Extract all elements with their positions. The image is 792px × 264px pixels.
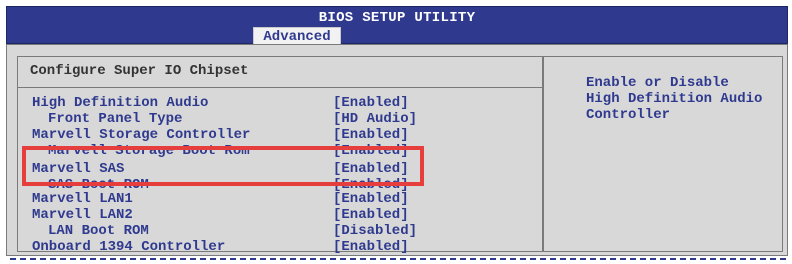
setting-row-high-definition-audio[interactable]: High Definition Audio [Enabled] [18, 95, 542, 111]
setting-value[interactable]: [Enabled] [333, 239, 409, 255]
bottom-dashed-border [10, 258, 786, 260]
setting-row-marvell-storage-controller[interactable]: Marvell Storage Controller [Enabled] [18, 127, 542, 143]
setting-label: Marvell LAN1 [32, 191, 133, 207]
setting-value[interactable]: [Enabled] [333, 191, 409, 207]
setting-label: LAN Boot ROM [48, 223, 149, 239]
highlight-box [22, 146, 424, 186]
help-text-line: Enable or Disable [586, 75, 729, 91]
setting-value[interactable]: [HD Audio] [333, 111, 417, 127]
tab-advanced[interactable]: Advanced [253, 27, 341, 45]
setting-label: Marvell Storage Controller [32, 127, 251, 143]
section-divider [18, 87, 542, 88]
setting-row-front-panel-type[interactable]: Front Panel Type [HD Audio] [18, 111, 542, 127]
bios-title: BIOS SETUP UTILITY [318, 10, 476, 26]
section-title: Configure Super IO Chipset [30, 63, 249, 79]
setting-value[interactable]: [Enabled] [333, 127, 409, 143]
setting-value[interactable]: [Enabled] [333, 95, 409, 111]
setting-label: Marvell LAN2 [32, 207, 133, 223]
setting-label: High Definition Audio [32, 95, 209, 111]
bios-header: BIOS SETUP UTILITY Advanced [6, 6, 788, 45]
setting-row-marvell-lan2[interactable]: Marvell LAN2 [Enabled] [18, 207, 542, 223]
help-text-line: Controller [586, 107, 671, 123]
help-text-line: High Definition Audio [586, 91, 763, 107]
setting-row-lan-boot-rom[interactable]: LAN Boot ROM [Disabled] [18, 223, 542, 239]
setting-label: Front Panel Type [48, 111, 183, 127]
help-pane: Enable or Disable High Definition Audio … [543, 56, 783, 252]
setting-value[interactable]: [Disabled] [333, 223, 417, 239]
setting-value[interactable]: [Enabled] [333, 207, 409, 223]
setting-row-marvell-lan1[interactable]: Marvell LAN1 [Enabled] [18, 191, 542, 207]
setting-row-onboard-1394-controller[interactable]: Onboard 1394 Controller [Enabled] [18, 239, 542, 255]
setting-label: Onboard 1394 Controller [32, 239, 226, 255]
